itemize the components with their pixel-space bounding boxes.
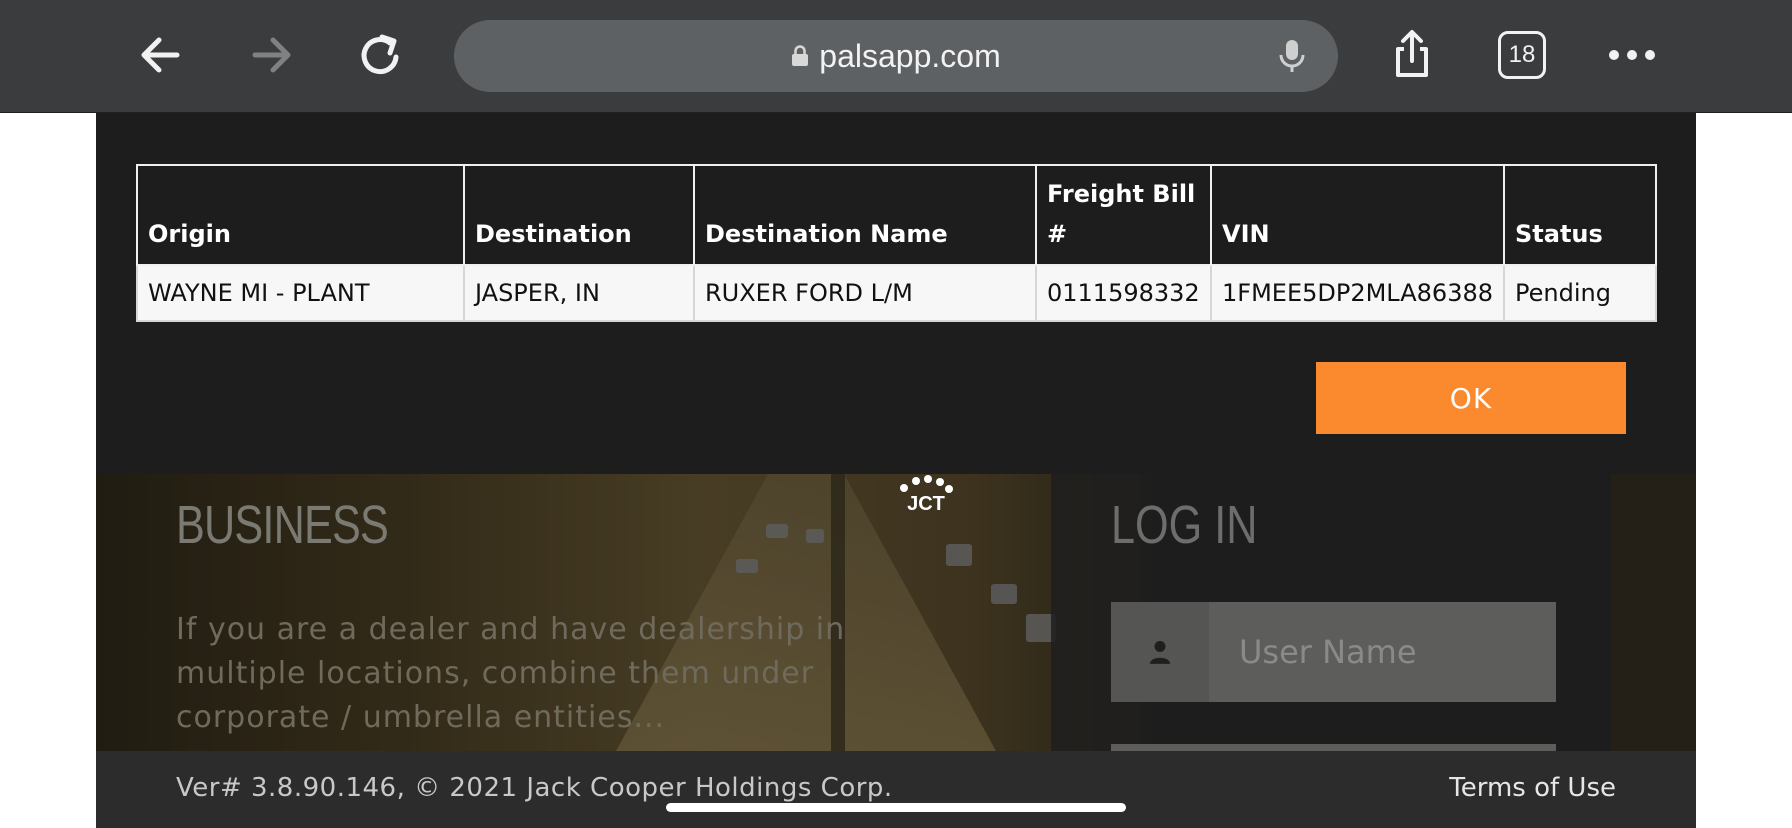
column-header: Destination [463,164,695,266]
destination-cell: JASPER, IN [463,264,695,322]
more-icon[interactable] [1599,22,1665,88]
status-cell: Pending [1503,264,1657,322]
hero-section: BUSINESS If you are a dealer and have de… [96,474,1696,751]
destination-name-cell: RUXER FORD L/M [693,264,1037,322]
password-field[interactable] [1111,744,1556,751]
column-header: Origin [136,164,465,266]
freight-bill-cell: 0111598332 [1035,264,1212,322]
forward-arrow-icon[interactable] [238,22,304,88]
url-text: palsapp.com [819,37,1001,74]
address-bar[interactable]: palsapp.com [454,20,1338,92]
share-icon[interactable] [1379,22,1445,88]
table-row: WAYNE MI - PLANT JASPER, IN RUXER FORD L… [136,264,1657,322]
login-title: LOG IN [1111,495,1258,555]
web-page: BUSINESS If you are a dealer and have de… [96,113,1696,828]
business-title: BUSINESS [176,495,389,555]
business-description: If you are a dealer and have dealership … [176,612,846,735]
footer: Ver# 3.8.90.146, © 2021 Jack Cooper Hold… [96,751,1696,828]
version-copyright: Ver# 3.8.90.146, © 2021 Jack Cooper Hold… [176,773,893,803]
home-indicator[interactable] [666,803,1126,812]
shipment-modal: Origin Destination Destination Name Frei… [96,113,1696,474]
vin-cell: 1FMEE5DP2MLA86388 [1210,264,1505,322]
user-icon [1111,602,1209,702]
column-header: Status [1503,164,1657,266]
terms-of-use-link[interactable]: Terms of Use [1449,773,1616,803]
username-field[interactable]: User Name [1111,602,1556,702]
reload-icon[interactable] [347,22,413,88]
origin-cell: WAYNE MI - PLANT [136,264,465,322]
tabs-icon[interactable]: 18 [1498,31,1546,79]
jct-logo: JCT [896,474,956,520]
svg-text:JCT: JCT [907,493,945,515]
back-arrow-icon[interactable] [128,22,194,88]
column-header: Destination Name [693,164,1037,266]
table-header-row: Origin Destination Destination Name Frei… [136,164,1657,266]
username-placeholder: User Name [1239,633,1417,671]
browser-toolbar: palsapp.com 18 [0,0,1792,113]
shipment-table: Origin Destination Destination Name Frei… [136,164,1657,322]
column-header: VIN [1210,164,1505,266]
lock-icon [791,45,809,67]
microphone-icon[interactable] [1272,36,1312,76]
column-header: Freight Bill # [1035,164,1212,266]
ok-button[interactable]: OK [1316,362,1626,434]
